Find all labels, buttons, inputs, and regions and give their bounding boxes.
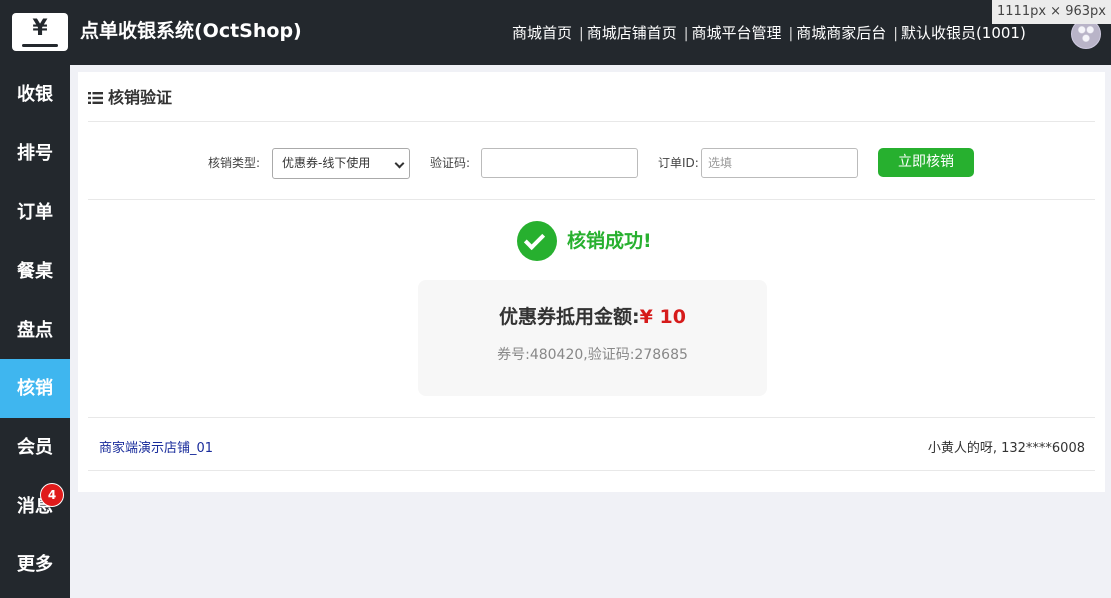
amount-line: 优惠券抵用金额:¥ 10 xyxy=(418,304,767,330)
divider xyxy=(88,417,1095,418)
sidebar-item-inventory[interactable]: 盘点 xyxy=(0,301,70,360)
verify-code-input[interactable] xyxy=(481,148,638,178)
sidebar-item-tables[interactable]: 餐桌 xyxy=(0,242,70,301)
message-badge: 4 xyxy=(40,483,64,507)
verify-type-value: 优惠券-线下使用 xyxy=(282,156,371,170)
panel-title-text: 核销验证 xyxy=(108,88,173,107)
amount-label: 优惠券抵用金额: xyxy=(499,306,640,328)
verify-type-select[interactable]: 优惠券-线下使用 xyxy=(272,148,410,179)
verify-code-label: 验证码: xyxy=(430,156,471,170)
nav-store-home[interactable]: 商城店铺首页 xyxy=(587,24,677,42)
amount-value: ¥ 10 xyxy=(639,306,686,328)
divider xyxy=(88,121,1095,122)
result-card: 优惠券抵用金额:¥ 10 券号:480420,验证码:278685 xyxy=(418,280,767,396)
app-title: 点单收银系统(OctShop) xyxy=(80,20,302,42)
logo-underline xyxy=(22,44,58,47)
list-icon xyxy=(88,92,103,104)
nav-separator: | xyxy=(579,26,584,42)
verify-panel: 核销验证 核销类型: 优惠券-线下使用 验证码: 订单ID: 选填 立即核销 核… xyxy=(78,72,1105,492)
nav-separator: | xyxy=(788,26,794,42)
sidebar-item-cashier[interactable]: 收银 xyxy=(0,65,70,124)
order-id-input[interactable]: 选填 xyxy=(701,148,858,178)
sidebar-item-members[interactable]: 会员 xyxy=(0,418,70,477)
sidebar-item-more[interactable]: 更多 xyxy=(0,535,70,594)
top-header: ¥ 点单收银系统(OctShop) 商城首页 | 商城店铺首页 | 商城平台管理 | 商城商… xyxy=(0,0,1111,65)
nav-mall-home[interactable]: 商城首页 xyxy=(512,24,572,42)
app-logo[interactable]: ¥ xyxy=(12,13,68,51)
divider xyxy=(88,199,1095,200)
top-nav: 商城首页 | 商城店铺首页 | 商城平台管理 | 商城商家后台 | 默认收银员(1001) xyxy=(512,22,1026,45)
nav-platform-admin[interactable]: 商城平台管理 xyxy=(691,24,781,42)
chevron-down-icon xyxy=(394,158,405,169)
verify-now-button[interactable]: 立即核销 xyxy=(878,148,974,177)
nav-separator: | xyxy=(683,26,689,42)
size-tag: 1111px × 963px xyxy=(992,0,1111,24)
yen-icon: ¥ xyxy=(32,16,48,41)
check-icon xyxy=(523,228,546,251)
divider xyxy=(88,470,1095,471)
verify-type-label: 核销类型: xyxy=(208,156,261,170)
sidebar: 收银 排号 订单 餐桌 盘点 核销 会员 消息 更多 xyxy=(0,65,70,598)
success-message: 核销成功! xyxy=(567,230,652,252)
panel-title: 核销验证 xyxy=(88,87,172,109)
nav-separator: | xyxy=(893,26,898,42)
nav-merchant-backend[interactable]: 商城商家后台 xyxy=(796,24,886,42)
nav-cashier-user[interactable]: 默认收银员(1001) xyxy=(901,24,1026,42)
sidebar-item-verify[interactable]: 核销 xyxy=(0,359,70,418)
store-name-link[interactable]: 商家端演示店铺_01 xyxy=(99,440,213,458)
check-circle-icon xyxy=(517,221,557,261)
sidebar-item-orders[interactable]: 订单 xyxy=(0,183,70,242)
order-id-label: 订单ID: xyxy=(658,156,699,170)
sidebar-item-queue[interactable]: 排号 xyxy=(0,124,70,183)
customer-info: 小黄人的呀, 132****6008 xyxy=(927,441,1085,456)
coupon-info: 券号:480420,验证码:278685 xyxy=(497,347,688,363)
